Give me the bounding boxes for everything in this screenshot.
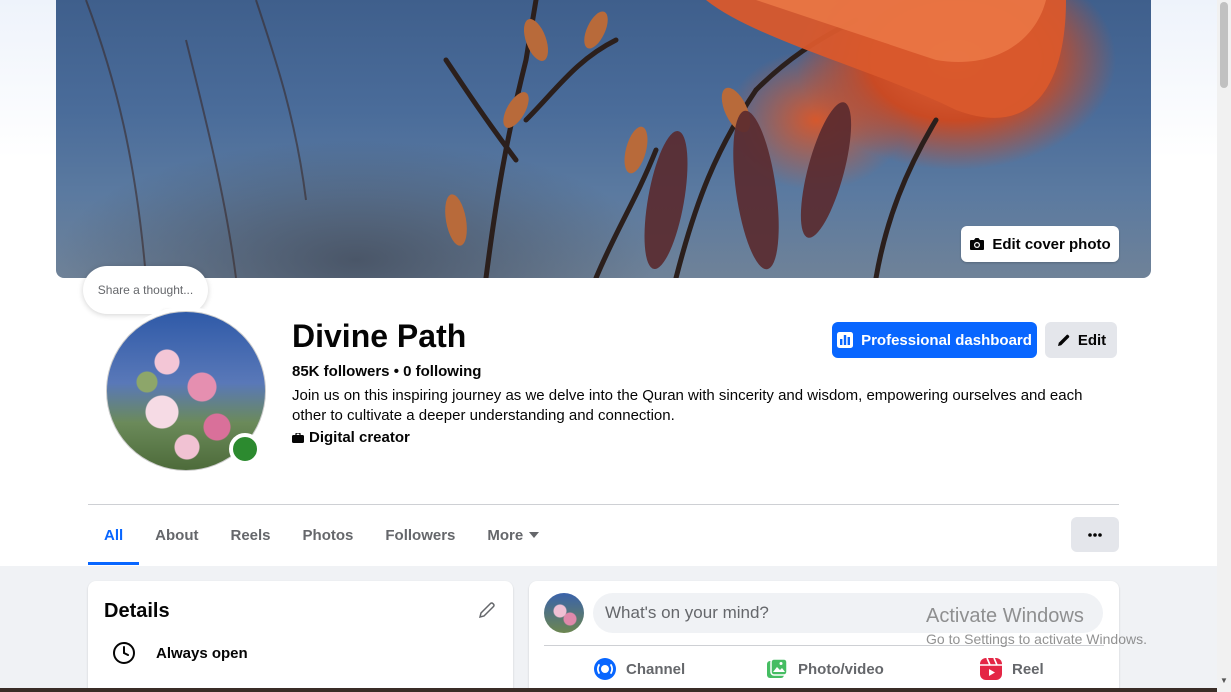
composer-avatar[interactable] (544, 593, 584, 633)
edit-cover-photo-button[interactable]: Edit cover photo (961, 226, 1119, 262)
professional-dashboard-button[interactable]: Professional dashboard (832, 322, 1037, 358)
watermark-subtitle: Go to Settings to activate Windows. (926, 631, 1147, 647)
tab-all[interactable]: All (88, 505, 140, 565)
briefcase-icon (292, 432, 304, 443)
reel-label: Reel (1012, 660, 1044, 678)
tab-reels[interactable]: Reels (215, 505, 287, 565)
details-title: Details (104, 600, 170, 622)
more-options-button[interactable] (1071, 517, 1119, 552)
share-thought-text: Share a thought... (97, 283, 194, 297)
profile-tabs: All About Reels Photos Followers More (88, 505, 555, 565)
tab-reels-label: Reels (230, 526, 271, 544)
details-card: Details Always open (88, 581, 513, 692)
watermark-title: Activate Windows (926, 605, 1084, 627)
tab-about[interactable]: About (139, 505, 214, 565)
tab-more-label: More (487, 526, 524, 544)
profile-category-label: Digital creator (309, 429, 410, 446)
reel-button[interactable]: Reel (979, 657, 1044, 681)
taskbar-edge (0, 688, 1217, 692)
edit-cover-photo-label: Edit cover photo (992, 235, 1111, 253)
channel-icon (594, 658, 616, 680)
channel-label: Channel (626, 660, 686, 678)
following-count-link[interactable]: 0 following (403, 363, 481, 380)
scrollbar-thumb[interactable] (1220, 2, 1228, 88)
channel-button[interactable]: Channel (593, 657, 685, 681)
edit-profile-label: Edit (1077, 331, 1107, 349)
photo-video-icon (767, 658, 788, 678)
tab-about-label: About (155, 526, 199, 544)
tab-photos-label: Photos (302, 526, 354, 544)
page-scrollbar[interactable] (1217, 0, 1231, 692)
activate-windows-watermark: Activate Windows Go to Settings to activ… (926, 605, 1147, 647)
edit-profile-button[interactable]: Edit (1045, 322, 1117, 358)
profile-name: Divine Path (292, 318, 467, 354)
online-status-indicator (229, 433, 261, 465)
edit-details-pencil-icon[interactable] (477, 600, 497, 620)
caret-down-icon (529, 532, 540, 538)
tab-followers[interactable]: Followers (369, 505, 471, 565)
professional-dashboard-label: Professional dashboard (861, 331, 1032, 349)
tab-photos[interactable]: Photos (287, 505, 370, 565)
profile-category: Digital creator (292, 429, 410, 446)
tab-all-label: All (104, 526, 124, 544)
follow-separator: • (389, 363, 404, 380)
follow-counts: 85K followers • 0 following (292, 363, 481, 380)
dashboard-chart-icon (837, 332, 854, 348)
hours-text: Always open (156, 644, 248, 662)
ellipsis-icon (1088, 532, 1102, 537)
reel-icon (980, 657, 1002, 680)
profile-bio: Join us on this inspiring journey as we … (292, 387, 1083, 424)
clock-icon (113, 642, 135, 664)
camera-icon (970, 238, 985, 250)
tab-more[interactable]: More (471, 505, 555, 565)
hours-row: Always open (112, 641, 248, 665)
pencil-icon (1057, 334, 1070, 346)
followers-count-link[interactable]: 85K followers (292, 363, 390, 380)
photo-video-label: Photo/video (798, 660, 884, 678)
photo-video-button[interactable]: Photo/video (765, 657, 884, 681)
scroll-down-arrow-icon[interactable]: ▼ (1219, 676, 1229, 686)
tab-followers-label: Followers (385, 526, 456, 544)
